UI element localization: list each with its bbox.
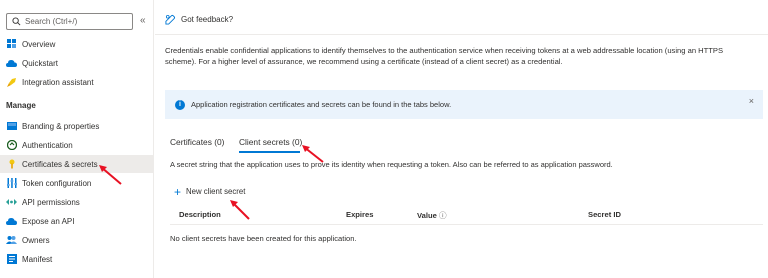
cloud-api-icon (6, 216, 17, 227)
owners-icon (6, 235, 17, 246)
tab-selected-indicator (239, 151, 300, 153)
sidebar-item-certificates-secrets[interactable]: Certificates & secrets (0, 155, 153, 173)
table-header-divider (170, 224, 763, 225)
feedback-button[interactable]: Got feedback? (165, 14, 233, 25)
close-icon[interactable]: × (749, 96, 754, 106)
sidebar-item-label: Expose an API (22, 216, 75, 226)
info-circle-icon[interactable]: ⓘ (439, 211, 447, 220)
sidebar-item-label: Manifest (22, 254, 53, 264)
annotation-arrow-certificates (99, 165, 122, 185)
sidebar-item-label: Certificates & secrets (22, 159, 98, 169)
sidebar-item-label: Token configuration (22, 178, 92, 188)
rocket-icon (6, 77, 17, 88)
key-icon (6, 159, 17, 170)
search-box[interactable]: Search (Ctrl+/) (6, 13, 133, 30)
sidebar-item-label: Integration assistant (22, 77, 94, 87)
cloud-icon (6, 58, 17, 69)
sidebar-item-label: Overview (22, 39, 56, 49)
sidebar-item-integration-assistant[interactable]: Integration assistant (0, 73, 153, 91)
sidebar-item-authentication[interactable]: Authentication (0, 136, 153, 154)
new-client-secret-button[interactable]: + New client secret (174, 184, 246, 199)
new-client-secret-label: New client secret (186, 187, 246, 196)
sidebar-item-token-configuration[interactable]: Token configuration (0, 174, 153, 192)
column-header-secret-id: Secret ID (588, 210, 621, 219)
column-header-description: Description (179, 210, 221, 219)
api-icon (6, 197, 17, 208)
sidebar-item-label: Authentication (22, 140, 73, 150)
header-divider (155, 34, 768, 35)
search-icon (12, 17, 21, 26)
sidebar-item-label: Owners (22, 235, 50, 245)
sidebar-item-label: Quickstart (22, 58, 59, 68)
sidebar-item-expose-api[interactable]: Expose an API (0, 212, 153, 230)
annotation-arrow-client-secrets (302, 145, 324, 163)
section-manage: Manage (6, 101, 36, 110)
tab-certificates[interactable]: Certificates (0) (170, 137, 224, 147)
feedback-icon (165, 14, 176, 25)
sidebar-item-owners[interactable]: Owners (0, 231, 153, 249)
feedback-label: Got feedback? (181, 15, 234, 24)
info-banner: i Application registration certificates … (165, 90, 763, 119)
sidebar-item-branding[interactable]: Branding & properties (0, 117, 153, 135)
column-header-expires: Expires (346, 210, 374, 219)
info-icon: i (175, 99, 185, 110)
sidebar: Search (Ctrl+/) « Overview Quickstart In… (0, 0, 154, 278)
info-message: Application registration certificates an… (191, 100, 452, 109)
token-icon (6, 178, 17, 189)
search-input[interactable]: Search (Ctrl+/) (25, 17, 77, 26)
sidebar-item-label: API permissions (22, 197, 80, 207)
sidebar-item-label: Branding & properties (22, 121, 100, 131)
manifest-icon (6, 254, 17, 265)
branding-icon (6, 121, 17, 132)
tab-client-secrets[interactable]: Client secrets (0) (239, 137, 302, 147)
grid-icon (6, 39, 17, 50)
plus-icon: + (174, 184, 182, 199)
sidebar-item-manifest[interactable]: Manifest (0, 250, 153, 268)
sidebar-item-api-permissions[interactable]: API permissions (0, 193, 153, 211)
client-secret-description: A secret string that the application use… (170, 160, 613, 169)
annotation-arrow-new-secret (230, 200, 250, 220)
column-header-value: Value ⓘ (417, 210, 447, 221)
sidebar-item-quickstart[interactable]: Quickstart (0, 54, 153, 72)
empty-table-message: No client secrets have been created for … (170, 234, 357, 243)
collapse-sidebar-icon[interactable]: « (140, 15, 146, 26)
credentials-description: Credentials enable confidential applicat… (165, 46, 724, 66)
sidebar-item-overview[interactable]: Overview (0, 35, 153, 53)
column-header-value-label: Value (417, 211, 437, 220)
auth-icon (6, 140, 17, 151)
